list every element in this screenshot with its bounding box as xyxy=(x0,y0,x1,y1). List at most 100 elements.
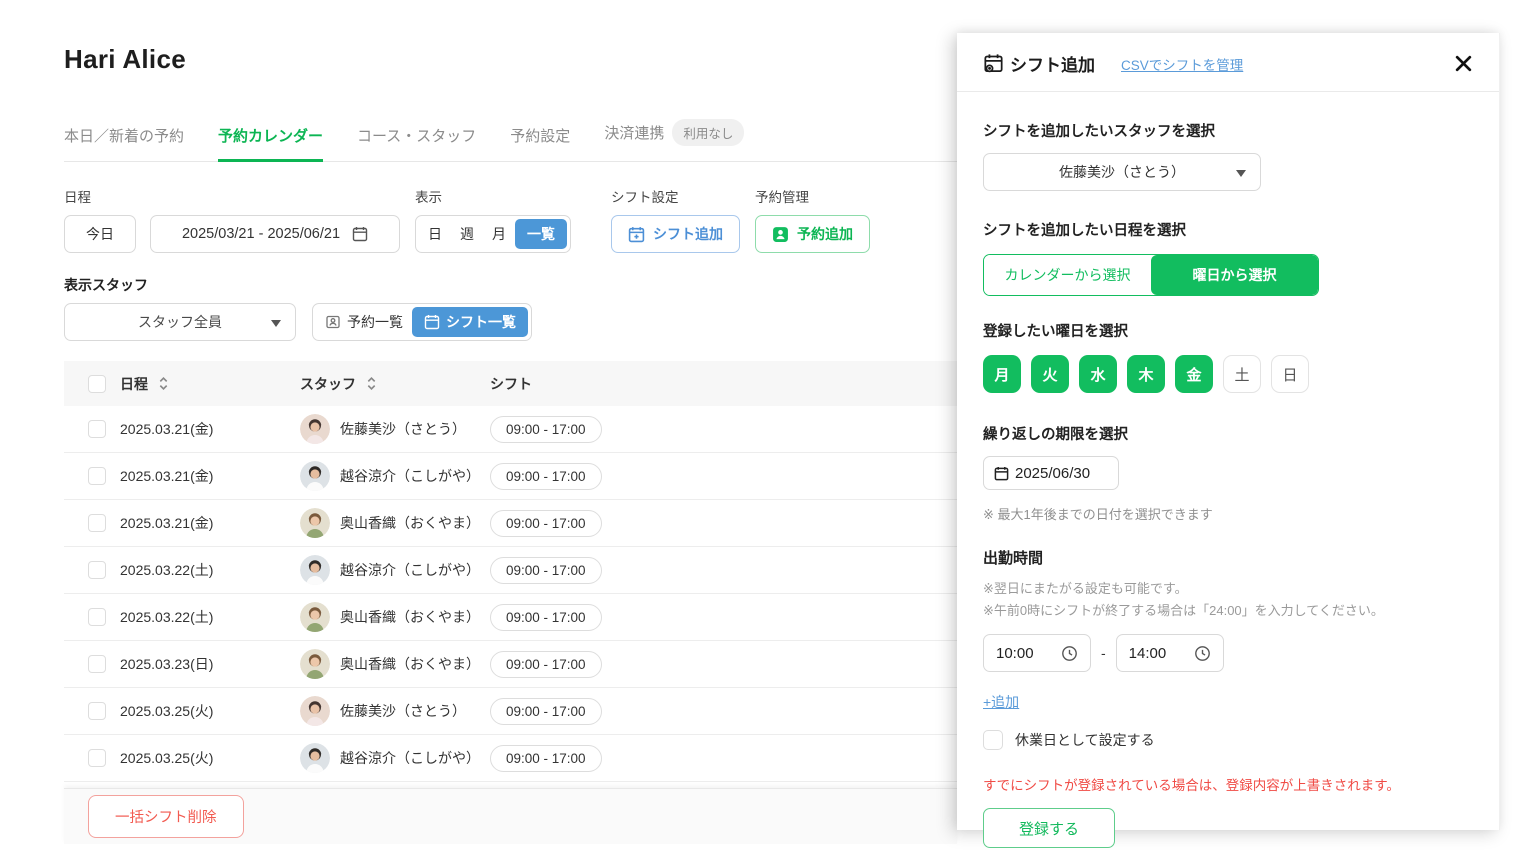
staff-avatar xyxy=(300,649,330,679)
view-option[interactable]: 週 xyxy=(451,219,483,249)
tab-item[interactable]: 予約カレンダー xyxy=(218,125,323,162)
weekday-button[interactable]: 火 xyxy=(1031,355,1069,393)
weekday-button[interactable]: 金 xyxy=(1175,355,1213,393)
shift-add-panel: シフト追加 CSVでシフトを管理 シフトを追加したいスタッフを選択 佐藤美沙（さ… xyxy=(957,33,1500,830)
view-option-label: 一覧 xyxy=(527,224,555,244)
time-start-input[interactable]: 10:00 xyxy=(983,634,1091,672)
chevron-down-icon xyxy=(271,320,281,332)
shift-add-button[interactable]: シフト追加 xyxy=(611,215,740,253)
view-option[interactable]: 月 xyxy=(483,219,515,249)
sort-icon[interactable] xyxy=(158,375,169,392)
row-date: 2025.03.25(火) xyxy=(120,701,213,721)
shift-time-pill[interactable]: 09:00 - 17:00 xyxy=(490,604,602,631)
time-end-value: 14:00 xyxy=(1129,645,1167,662)
staff-select[interactable]: スタッフ全員 xyxy=(64,303,296,341)
weekday-button[interactable]: 水 xyxy=(1079,355,1117,393)
tab-item[interactable]: コース・スタッフ xyxy=(357,125,476,162)
shift-time-pill[interactable]: 09:00 - 17:00 xyxy=(490,463,602,490)
holiday-row: 休業日として設定する xyxy=(983,730,1473,750)
repeat-date-input[interactable]: 2025/06/30 xyxy=(983,456,1119,490)
tab-bar: 本日／新着の予約 予約カレンダー コース・スタッフ 予約設定 決済連携 利用なし xyxy=(64,119,957,162)
worktime-notes: ※翌日にまたがる設定も可能です。 ※午前0時にシフトが終了する場合は「24:00… xyxy=(983,578,1473,622)
weekday-row: 月 火 水 木 金 土 日 xyxy=(983,355,1473,393)
shift-time-pill[interactable]: 09:00 - 17:00 xyxy=(490,557,602,584)
close-button[interactable] xyxy=(1454,54,1473,73)
list-toggle-option[interactable]: シフト一覧 xyxy=(412,307,528,337)
table-header-shift: シフト xyxy=(490,374,957,394)
add-time-link[interactable]: +追加 xyxy=(983,692,1019,712)
table-row: 2025.03.25(火) 越谷涼介（こしがや） 09:00 - 17:00 xyxy=(64,735,957,782)
shift-time-pill[interactable]: 09:00 - 17:00 xyxy=(490,651,602,678)
row-checkbox[interactable] xyxy=(88,655,106,673)
panel-header: シフト追加 CSVでシフトを管理 xyxy=(957,33,1499,92)
row-staff-name: 越谷涼介（こしがや） xyxy=(340,560,480,580)
close-icon xyxy=(1454,54,1473,73)
today-button[interactable]: 今日 xyxy=(64,215,136,253)
date-mode-tab[interactable]: 曜日から選択 xyxy=(1151,255,1318,295)
reservation-add-button[interactable]: 予約追加 xyxy=(755,215,870,253)
row-checkbox[interactable] xyxy=(88,749,106,767)
repeat-date-value: 2025/06/30 xyxy=(1015,465,1090,482)
row-date: 2025.03.23(日) xyxy=(120,654,213,674)
shift-time-pill[interactable]: 09:00 - 17:00 xyxy=(490,745,602,772)
date-range-value: 2025/03/21 - 2025/06/21 xyxy=(182,226,340,242)
table-row: 2025.03.25(火) 佐藤美沙（さとう） 09:00 - 17:00 xyxy=(64,688,957,735)
view-option-label: 日 xyxy=(428,224,442,244)
date-mode-tabs: カレンダーから選択 曜日から選択 xyxy=(983,254,1319,296)
repeat-note: ※ 最大1年後までの日付を選択できます xyxy=(983,504,1473,523)
tab-badge: 利用なし xyxy=(672,119,744,146)
table-row: 2025.03.22(土) 奥山香織（おくやま） 09:00 - 17:00 xyxy=(64,594,957,641)
shift-time-pill[interactable]: 09:00 - 17:00 xyxy=(490,416,602,443)
list-toggle-option[interactable]: 予約一覧 xyxy=(316,307,412,337)
tab-item[interactable]: 予約設定 xyxy=(510,125,570,162)
holiday-checkbox[interactable] xyxy=(983,730,1003,750)
weekday-label: 水 xyxy=(1090,364,1105,385)
worktime-label: 出勤時間 xyxy=(983,547,1473,568)
shift-time-pill[interactable]: 09:00 - 17:00 xyxy=(490,698,602,725)
row-staff-name: 奥山香織（おくやま） xyxy=(340,607,480,627)
shift-setting-group: シフト設定 シフト追加 xyxy=(611,186,740,253)
table-footer: 一括シフト削除 xyxy=(64,788,957,844)
weekday-label: 土 xyxy=(1234,364,1249,385)
table-header-staff[interactable]: スタッフ xyxy=(300,374,490,394)
row-checkbox[interactable] xyxy=(88,514,106,532)
csv-manage-link[interactable]: CSVでシフトを管理 xyxy=(1121,54,1243,74)
row-staff-name: 佐藤美沙（さとう） xyxy=(340,701,466,721)
view-option[interactable]: 一覧 xyxy=(515,219,567,249)
row-checkbox[interactable] xyxy=(88,608,106,626)
weekday-button[interactable]: 土 xyxy=(1223,355,1261,393)
row-checkbox[interactable] xyxy=(88,702,106,720)
select-all-checkbox[interactable] xyxy=(88,375,106,393)
panel-staff-label: シフトを追加したいスタッフを選択 xyxy=(983,120,1473,141)
row-checkbox[interactable] xyxy=(88,561,106,579)
panel-staff-select[interactable]: 佐藤美沙（さとう） xyxy=(983,153,1261,191)
header-staff-label: スタッフ xyxy=(300,374,356,394)
table-row: 2025.03.21(金) 越谷涼介（こしがや） 09:00 - 17:00 xyxy=(64,453,957,500)
row-checkbox[interactable] xyxy=(88,420,106,438)
sort-icon[interactable] xyxy=(366,375,377,392)
weekday-button[interactable]: 木 xyxy=(1127,355,1165,393)
weekday-button[interactable]: 月 xyxy=(983,355,1021,393)
tab-item[interactable]: 決済連携 利用なし xyxy=(604,119,744,162)
tab-item[interactable]: 本日／新着の予約 xyxy=(64,125,184,162)
calendar-icon xyxy=(424,314,440,330)
submit-button[interactable]: 登録する xyxy=(983,808,1115,848)
row-staff-name: 越谷涼介（こしがや） xyxy=(340,466,480,486)
date-range-input[interactable]: 2025/03/21 - 2025/06/21 xyxy=(150,215,400,253)
view-option[interactable]: 日 xyxy=(419,219,451,249)
date-mode-tab[interactable]: カレンダーから選択 xyxy=(984,255,1151,295)
bulk-shift-delete-button[interactable]: 一括シフト削除 xyxy=(88,795,244,838)
time-end-input[interactable]: 14:00 xyxy=(1116,634,1224,672)
row-checkbox[interactable] xyxy=(88,467,106,485)
tab-label: 本日／新着の予約 xyxy=(64,125,184,146)
row-staff-name: 越谷涼介（こしがや） xyxy=(340,748,480,768)
worktime-note-1: ※翌日にまたがる設定も可能です。 xyxy=(983,578,1473,600)
person-badge-icon xyxy=(772,226,789,243)
shift-time-pill[interactable]: 09:00 - 17:00 xyxy=(490,510,602,537)
list-toggle-label: 予約一覧 xyxy=(347,312,403,332)
table-row: 2025.03.21(金) 奥山香織（おくやま） 09:00 - 17:00 xyxy=(64,500,957,547)
weekday-button[interactable]: 日 xyxy=(1271,355,1309,393)
staff-avatar xyxy=(300,508,330,538)
row-date: 2025.03.22(土) xyxy=(120,560,213,580)
table-header-date[interactable]: 日程 xyxy=(120,374,300,394)
